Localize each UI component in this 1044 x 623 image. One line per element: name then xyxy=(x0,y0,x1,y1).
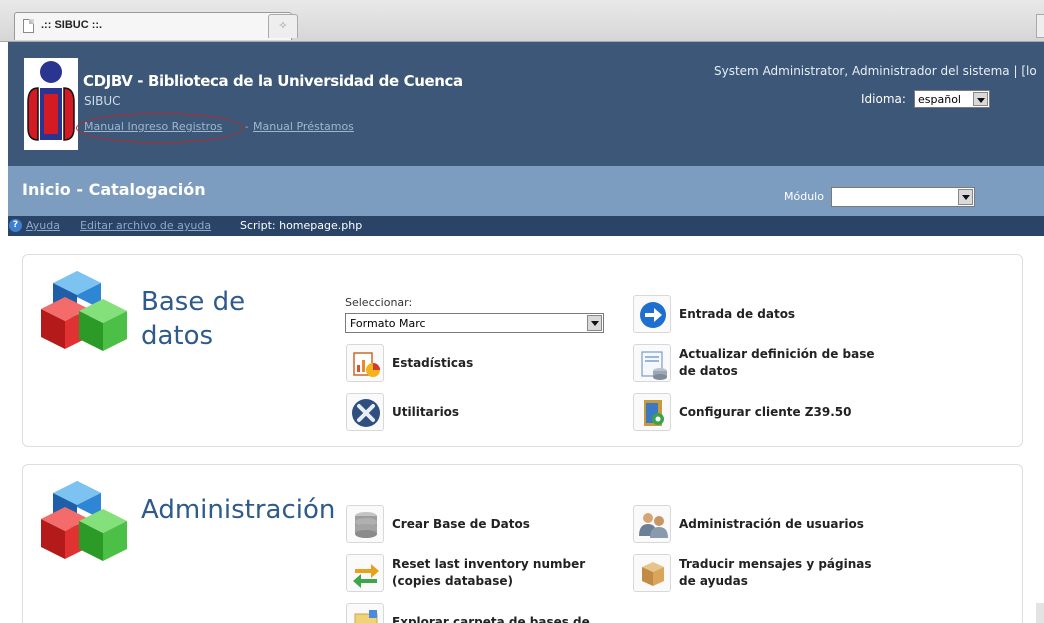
reset-icon[interactable] xyxy=(346,554,384,592)
cubes-icon xyxy=(41,271,127,351)
browser-tab-strip: .:: SIBUC ::. ✧ xyxy=(0,0,1044,42)
statistics-icon[interactable] xyxy=(346,344,384,382)
database-stack-icon[interactable] xyxy=(346,505,384,543)
update-database-definition-label[interactable]: Actualizar definición de base de datos xyxy=(679,346,879,380)
language-select[interactable]: español xyxy=(914,90,990,108)
utilities-icon[interactable] xyxy=(346,393,384,431)
chevron-down-icon[interactable] xyxy=(973,92,988,106)
logo-emblem-icon xyxy=(27,61,75,141)
browser-window: .:: SIBUC ::. ✧ CDJBV - Biblioteca de la… xyxy=(0,0,1044,623)
edit-help-file-link[interactable]: Editar archivo de ayuda xyxy=(80,219,211,232)
site-brand: CDJBV - Biblioteca de la Universidad de … xyxy=(83,72,463,90)
z3950-client-label[interactable]: Configurar cliente Z39.50 xyxy=(679,404,879,421)
reset-inventory-label[interactable]: Reset last inventory number (copies data… xyxy=(392,556,592,590)
database-title-line1: Base de xyxy=(141,287,246,317)
database-format-select[interactable]: Formato Marc xyxy=(345,313,604,333)
language-label: Idioma: xyxy=(861,92,906,106)
administration-section-title: Administración xyxy=(141,495,336,525)
database-format-value: Formato Marc xyxy=(350,317,426,330)
database-section-title: Base de datos xyxy=(141,285,245,353)
module-label: Módulo xyxy=(784,190,824,203)
cubes-icon xyxy=(41,481,127,561)
database-panel: Base de datos Seleccionar: Formato Marc … xyxy=(22,254,1023,447)
language-value: español xyxy=(918,93,961,106)
help-bar: ? Ayuda Editar archivo de ayuda Script: … xyxy=(8,216,1044,236)
chevron-down-icon[interactable] xyxy=(587,315,602,331)
script-name: Script: homepage.php xyxy=(240,219,363,232)
page-title: Inicio - Catalogación xyxy=(22,180,206,199)
administration-panel: Administración Crear Base de Datos Admin… xyxy=(22,464,1023,623)
arrow-right-icon[interactable] xyxy=(633,295,671,333)
new-tab-button[interactable]: ✧ xyxy=(268,14,298,38)
link-separator: - xyxy=(245,122,249,133)
database-select-label: Seleccionar: xyxy=(345,296,413,309)
explore-database-folder-label[interactable]: Explorar carpeta de bases de xyxy=(392,614,592,623)
site-logo xyxy=(24,58,78,150)
new-tab-icon: ✧ xyxy=(278,19,288,32)
site-subtitle: SIBUC xyxy=(84,94,121,108)
title-bar: Inicio - Catalogación Módulo xyxy=(8,166,1044,216)
users-icon[interactable] xyxy=(633,505,671,543)
update-database-definition-icon[interactable] xyxy=(633,344,671,382)
data-entry-label[interactable]: Entrada de datos xyxy=(679,306,879,323)
manual-ingreso-registros-link[interactable]: Manual Ingreso Registros xyxy=(84,120,222,133)
utilities-label[interactable]: Utilitarios xyxy=(392,404,592,421)
tab-title: .:: SIBUC ::. xyxy=(41,19,103,31)
help-link[interactable]: Ayuda xyxy=(26,219,60,232)
manual-prestamos-link[interactable]: Manual Préstamos xyxy=(253,120,354,133)
user-info: System Administrator, Administrador del … xyxy=(714,64,1037,78)
module-select[interactable] xyxy=(831,187,975,207)
database-title-line2: datos xyxy=(141,321,214,351)
help-icon[interactable]: ? xyxy=(9,219,22,232)
window-edge xyxy=(1036,14,1044,38)
page-icon xyxy=(23,19,34,33)
explore-folder-icon[interactable] xyxy=(346,603,384,623)
z3950-client-icon[interactable] xyxy=(633,393,671,431)
user-administration-label[interactable]: Administración de usuarios xyxy=(679,516,879,533)
chevron-down-icon[interactable] xyxy=(958,189,973,205)
scrollbar[interactable] xyxy=(1036,603,1044,623)
statistics-label[interactable]: Estadísticas xyxy=(392,355,592,372)
browser-tab[interactable]: .:: SIBUC ::. xyxy=(14,12,292,40)
site-header: CDJBV - Biblioteca de la Universidad de … xyxy=(8,42,1044,166)
create-database-label[interactable]: Crear Base de Datos xyxy=(392,516,592,533)
translate-box-icon[interactable] xyxy=(633,554,671,592)
translate-messages-label[interactable]: Traducir mensajes y páginas de ayudas xyxy=(679,556,879,590)
